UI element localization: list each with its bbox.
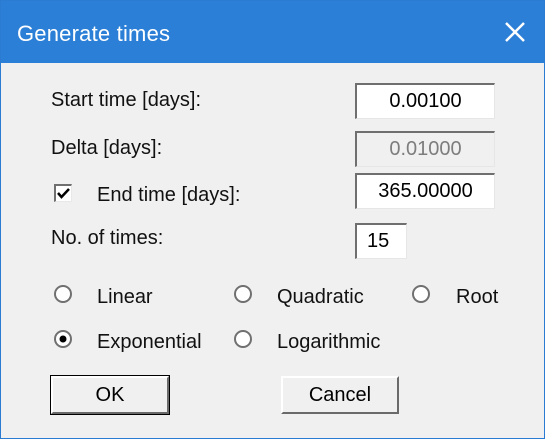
radio-unselected-icon: [412, 285, 430, 303]
radio-exponential-label: Exponential: [97, 331, 202, 353]
title-bar[interactable]: Generate times: [1, 1, 544, 63]
start-time-label: Start time [days]:: [51, 89, 202, 111]
cancel-button[interactable]: Cancel: [281, 376, 399, 414]
count-field[interactable]: [355, 223, 407, 259]
radio-unselected-icon: [234, 285, 252, 303]
radio-linear[interactable]: [53, 284, 73, 304]
ok-button[interactable]: OK: [50, 375, 170, 415]
radio-root[interactable]: [411, 284, 431, 304]
radio-unselected-icon: [54, 285, 72, 303]
generate-times-dialog: Generate times Start time [days]: Delta …: [0, 0, 545, 439]
start-time-field[interactable]: [355, 83, 495, 119]
radio-quadratic-label: Quadratic: [277, 286, 364, 308]
dialog-title: Generate times: [17, 21, 171, 46]
radio-unselected-icon: [234, 330, 252, 348]
radio-linear-label: Linear: [97, 286, 153, 308]
radio-quadratic[interactable]: [233, 284, 253, 304]
radio-selected-icon: [54, 330, 72, 348]
end-time-checkbox[interactable]: [54, 184, 72, 202]
radio-logarithmic[interactable]: [233, 329, 253, 349]
count-label: No. of times:: [51, 227, 164, 249]
close-icon[interactable]: [500, 17, 530, 47]
radio-root-label: Root: [456, 286, 499, 308]
radio-exponential[interactable]: [53, 329, 73, 349]
end-time-field[interactable]: [355, 173, 495, 209]
delta-field: [355, 131, 495, 167]
end-time-label: End time [days]:: [97, 184, 241, 206]
delta-label: Delta [days]:: [51, 137, 163, 159]
radio-logarithmic-label: Logarithmic: [277, 331, 381, 353]
check-icon: [57, 188, 70, 199]
